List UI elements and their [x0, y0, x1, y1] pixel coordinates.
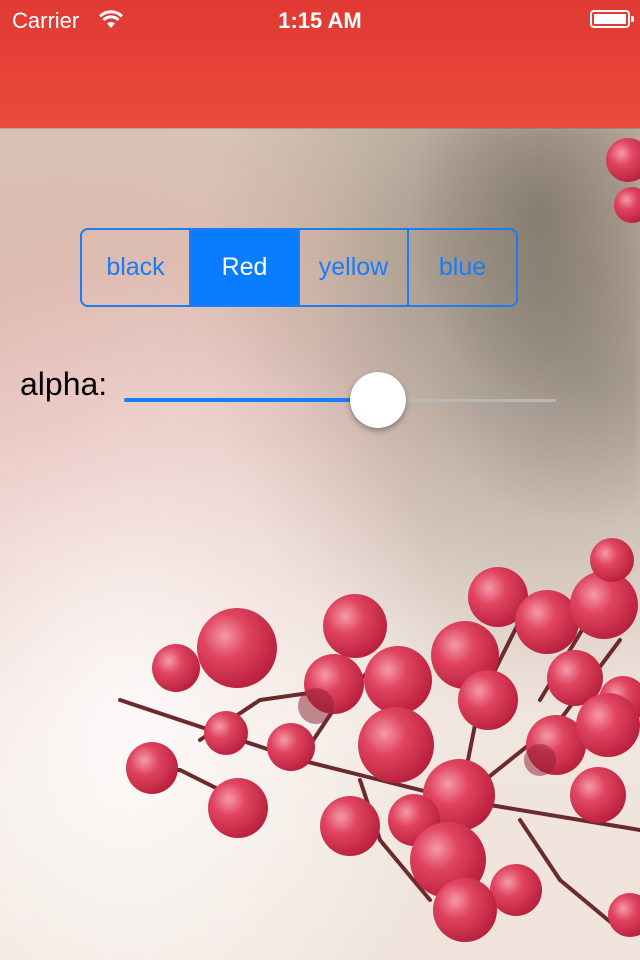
color-segmented-control: black Red yellow blue	[80, 228, 518, 307]
alpha-slider[interactable]	[124, 372, 556, 428]
battery-icon	[590, 10, 634, 28]
alpha-label: alpha:	[20, 366, 108, 402]
segment-blue[interactable]: blue	[409, 230, 516, 305]
slider-thumb[interactable]	[349, 372, 406, 428]
background-foliage	[310, 128, 640, 548]
slider-min-track	[124, 398, 378, 402]
clock-time: 1:15 AM	[278, 8, 362, 33]
status-bar: Carrier 1:15 AM	[0, 0, 640, 40]
segment-yellow[interactable]: yellow	[300, 230, 409, 305]
segment-black[interactable]: black	[82, 230, 191, 305]
segment-red[interactable]: Red	[191, 230, 300, 305]
